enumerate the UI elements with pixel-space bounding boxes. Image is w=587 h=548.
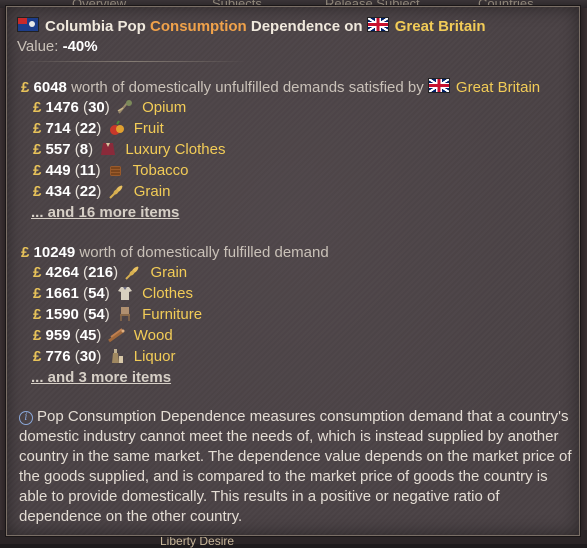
clothes-icon	[117, 287, 132, 300]
item-amount: 434	[45, 183, 71, 200]
background-right-edge	[581, 8, 587, 538]
wood-icon	[107, 328, 125, 343]
value-line: Value: -40%	[17, 37, 98, 57]
unfulfilled-target: Great Britain	[455, 79, 541, 96]
item-name: Luxury Clothes	[125, 141, 226, 158]
more-items-label[interactable]: ... and 3 more items	[31, 369, 171, 386]
currency-icon: £	[33, 120, 42, 137]
opium-icon	[117, 100, 132, 114]
item-name: Fruit	[133, 120, 164, 137]
value-amount: -40%	[62, 38, 98, 55]
item-count: 8	[79, 141, 89, 158]
item-count: 30	[79, 348, 97, 365]
liberty-desire-label: Liberty Desire	[160, 534, 235, 548]
title-rest: Dependence on	[250, 18, 363, 35]
list-item: £ 776 (30) Liquor	[33, 348, 176, 365]
currency-icon: £	[33, 327, 42, 344]
item-name: Grain	[133, 183, 171, 200]
list-item: £ 959 (45) Wood	[33, 327, 173, 344]
item-count: 22	[79, 183, 97, 200]
currency-icon: £	[21, 244, 30, 261]
title-consumption: Consumption	[150, 18, 247, 35]
currency-icon: £	[33, 306, 42, 323]
item-amount: 1590	[45, 306, 79, 323]
item-count: 54	[88, 306, 105, 323]
item-name: Clothes	[142, 285, 193, 302]
unfulfilled-amount: 6048	[33, 79, 67, 96]
fruit-icon	[109, 120, 124, 135]
list-item: £ 557 (8) Luxury Clothes	[33, 141, 226, 158]
furniture-icon	[119, 307, 130, 321]
list-item: £ 434 (22) Grain	[33, 183, 171, 200]
description-text: Pop Consumption Dependence measures cons…	[19, 408, 572, 525]
currency-icon: £	[33, 99, 42, 116]
item-amount: 557	[45, 141, 71, 158]
title-pop: Pop	[117, 18, 146, 35]
item-amount: 1476	[45, 99, 79, 116]
item-amount: 959	[45, 327, 71, 344]
list-item: £ 1661 (54) Clothes	[33, 285, 193, 302]
luxury-clothes-icon	[101, 143, 116, 155]
item-amount: 714	[45, 120, 71, 137]
grain-icon	[125, 266, 139, 280]
item-name: Liquor	[133, 348, 176, 365]
currency-icon: £	[33, 348, 42, 365]
more-items-link[interactable]: ... and 3 more items	[31, 368, 171, 388]
item-name: Grain	[150, 264, 188, 281]
list-item: £ 449 (11) Tobacco	[33, 162, 189, 179]
liquor-icon	[111, 349, 123, 363]
great-britain-flag-icon	[427, 78, 450, 93]
fulfilled-text: worth of domestically fulfilled demand	[79, 244, 329, 261]
currency-icon: £	[33, 162, 42, 179]
fulfilled-amount: 10249	[33, 244, 76, 261]
info-icon: i	[19, 411, 33, 425]
unfulfilled-text: worth of domestically unfulfilled demand…	[71, 79, 424, 96]
more-items-link[interactable]: ... and 16 more items	[31, 203, 179, 223]
item-name: Tobacco	[132, 162, 189, 179]
value-label: Value:	[17, 38, 59, 55]
tooltip-title: Columbia Pop Consumption Dependence on G…	[17, 17, 486, 37]
item-count: 30	[88, 99, 105, 116]
currency-icon: £	[21, 79, 30, 96]
item-count: 54	[88, 285, 105, 302]
title-country: Columbia	[45, 18, 114, 35]
fulfilled-header: £ 10249 worth of domestically fulfilled …	[21, 243, 329, 263]
item-name: Opium	[142, 99, 187, 116]
item-amount: 449	[45, 162, 71, 179]
item-amount: 1661	[45, 285, 79, 302]
currency-icon: £	[33, 141, 42, 158]
item-name: Furniture	[142, 306, 203, 323]
title-target: Great Britain	[394, 18, 486, 35]
item-count: 11	[79, 162, 96, 179]
currency-icon: £	[33, 285, 42, 302]
item-amount: 4264	[45, 264, 79, 281]
currency-icon: £	[33, 264, 42, 281]
title-separator	[17, 61, 247, 62]
list-item: £ 714 (22) Fruit	[33, 120, 164, 137]
item-count: 45	[79, 327, 97, 344]
list-item: £ 1476 (30) Opium	[33, 99, 187, 116]
item-count: 216	[88, 264, 114, 281]
more-items-label[interactable]: ... and 16 more items	[31, 204, 179, 221]
tooltip-description: i Pop Consumption Dependence measures con…	[19, 407, 573, 527]
columbia-flag-icon	[17, 17, 39, 32]
item-amount: 776	[45, 348, 71, 365]
item-name: Wood	[133, 327, 173, 344]
currency-icon: £	[33, 183, 42, 200]
list-item: £ 1590 (54) Furniture	[33, 306, 203, 323]
item-count: 22	[79, 120, 97, 137]
tobacco-icon	[109, 166, 121, 176]
consumption-dependence-tooltip: Columbia Pop Consumption Dependence on G…	[6, 6, 580, 536]
great-britain-flag-icon	[366, 17, 389, 32]
list-item: £ 4264 (216) Grain	[33, 264, 188, 281]
unfulfilled-header: £ 6048 worth of domestically unfulfilled…	[21, 78, 540, 98]
grain-icon	[108, 185, 123, 199]
